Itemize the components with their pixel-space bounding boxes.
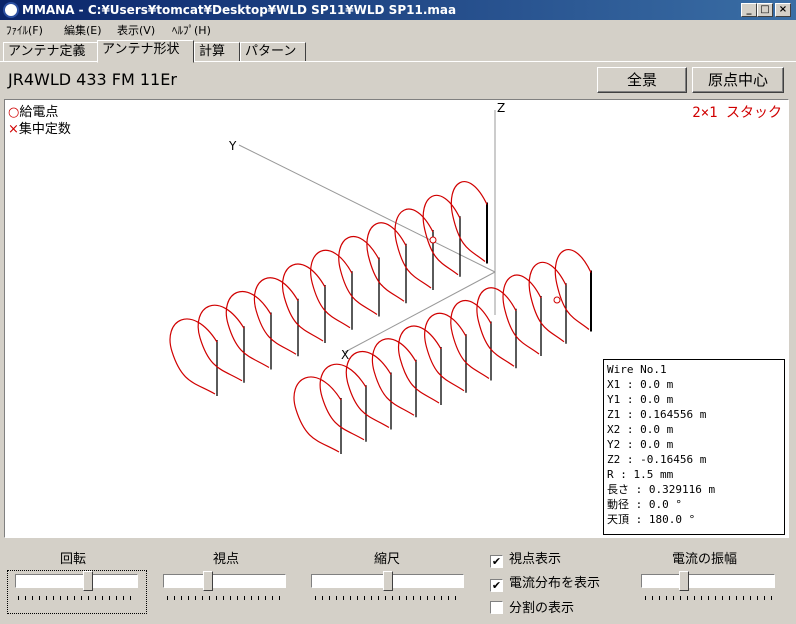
current-distribution-curve [338, 236, 380, 315]
current-amplitude-slider-thumb[interactable] [679, 571, 689, 596]
wire-info-line: Wire No.1 [607, 363, 667, 376]
current-distribution-curve [502, 274, 542, 355]
current-distribution-curve [197, 304, 245, 382]
axis-y-label: Y [229, 139, 237, 153]
tab-calculation[interactable]: 計算 [194, 42, 240, 62]
viewpoint-label: 視点 [213, 552, 240, 567]
wire-info-line: 動径 : 0.0 ° [607, 498, 682, 511]
app-icon[interactable] [3, 2, 19, 18]
current-amplitude-label: 電流の振幅 [672, 552, 738, 567]
show-current-distribution-checkbox[interactable]: ✔ 電流分布を表示 [490, 572, 600, 592]
wire-info-line: Y1 : 0.0 m [607, 393, 674, 406]
wire-info-line: Z2 : -0.16456 m [607, 453, 707, 466]
wire-info-line: X2 : 0.0 m [607, 423, 674, 436]
wire-info-line: Y2 : 0.0 m [607, 438, 674, 451]
current-distribution-curve [293, 376, 342, 453]
scale-slider-thumb[interactable] [383, 571, 393, 596]
wire-info-line: X1 : 0.0 m [607, 378, 674, 391]
maximize-button[interactable]: □ [757, 3, 773, 17]
current-distribution-curve [310, 249, 353, 329]
show-viewpoint-checkbox[interactable]: ✔ 視点表示 [490, 548, 561, 568]
current-distribution-curve [366, 222, 407, 302]
title-bar: MMANA - C:¥Users¥tomcat¥Desktop¥WLD SP11… [0, 0, 796, 20]
menu-file[interactable]: ﾌｧｲﾙ(F) [6, 22, 43, 38]
show-segmentation-checkbox[interactable]: 分割の表示 [490, 597, 574, 616]
axis-x-label: X [341, 348, 350, 362]
rotation-slider[interactable] [15, 571, 138, 596]
menu-bar: ﾌｧｲﾙ(F) 編集(E) 表示(V) ﾍﾙﾌﾟ(H) [0, 20, 796, 38]
axis-x-line [344, 271, 496, 353]
wire-info-panel: Wire No.1 X1 : 0.0 m Y1 : 0.0 m Z1 : 0.1… [603, 359, 785, 535]
full-view-button[interactable]: 全景 [597, 67, 687, 93]
load-marker: × [8, 122, 19, 137]
antenna-name: JR4WLD 433 FM 11Er [8, 70, 177, 89]
view-controls: 回転 視点 縮尺 ✔ 視点表示 ✔ 電流分布を表示 分割の表示 電流の振幅 [0, 540, 796, 624]
close-button[interactable]: × [775, 3, 791, 17]
tab-antenna-shape[interactable]: アンテナ形状 [97, 40, 194, 63]
current-amplitude-slider[interactable] [641, 571, 775, 596]
origin-center-button[interactable]: 原点中心 [692, 67, 784, 93]
checkbox-box[interactable]: ✔ [490, 555, 503, 568]
checkbox-box[interactable]: ✔ [490, 579, 503, 592]
feed-point-upper [429, 236, 437, 244]
scale-slider[interactable] [311, 571, 464, 596]
current-distribution-curve [169, 318, 218, 395]
menu-help[interactable]: ﾍﾙﾌﾟ(H) [172, 22, 211, 38]
axis-z-label: Z [497, 101, 506, 115]
current-distribution-curve [282, 263, 326, 342]
viewpoint-ticks [167, 596, 285, 600]
legend-lumped-load: ×集中定数 [8, 122, 71, 137]
current-distribution-curve [450, 181, 488, 262]
scale-label: 縮尺 [374, 552, 401, 567]
axis-y-line [238, 144, 496, 273]
current-distribution-curve [528, 261, 567, 343]
tab-strip: アンテナ定義 アンテナ形状 計算 パターン [0, 40, 796, 63]
wire-info-line: Z1 : 0.164556 m [607, 408, 707, 421]
menu-view[interactable]: 表示(V) [117, 22, 155, 38]
antenna-3d-view[interactable]: ○給電点 ×集中定数 2×1 スタック Z Y X Wire No.1 X1 :… [4, 99, 789, 538]
current-distribution-curve [394, 208, 434, 289]
wire-info-line: R : 1.5 mm [607, 468, 674, 481]
current-distribution-curve [398, 325, 442, 404]
rotation-label: 回転 [60, 552, 87, 567]
scale-ticks [315, 596, 461, 600]
minimize-button[interactable]: _ [741, 3, 757, 17]
checkbox-box[interactable] [490, 601, 503, 614]
tab-pattern[interactable]: パターン [240, 42, 306, 62]
viewpoint-slider-thumb[interactable] [203, 571, 213, 596]
menu-edit[interactable]: 編集(E) [64, 22, 102, 38]
current-distribution-curve [319, 363, 367, 441]
current-distribution-curve [554, 249, 592, 330]
current-amplitude-ticks [645, 596, 773, 600]
wire-info-line: 長さ : 0.329116 m [607, 483, 716, 496]
stack-label: 2×1 スタック [692, 105, 782, 121]
window-title: MMANA - C:¥Users¥tomcat¥Desktop¥WLD SP11… [22, 3, 457, 17]
current-distribution-curve [345, 351, 392, 429]
rotation-slider-thumb[interactable] [83, 571, 93, 596]
tab-antenna-definition[interactable]: アンテナ定義 [3, 42, 98, 62]
rotation-ticks [18, 596, 136, 600]
current-distribution-curve [422, 194, 461, 276]
feed-point-lower [553, 296, 561, 304]
current-distribution-curve [371, 338, 417, 416]
wire-info-line: 天頂 : 180.0 ° [607, 513, 696, 526]
viewpoint-slider[interactable] [163, 571, 286, 596]
current-distribution-curve [424, 312, 467, 392]
